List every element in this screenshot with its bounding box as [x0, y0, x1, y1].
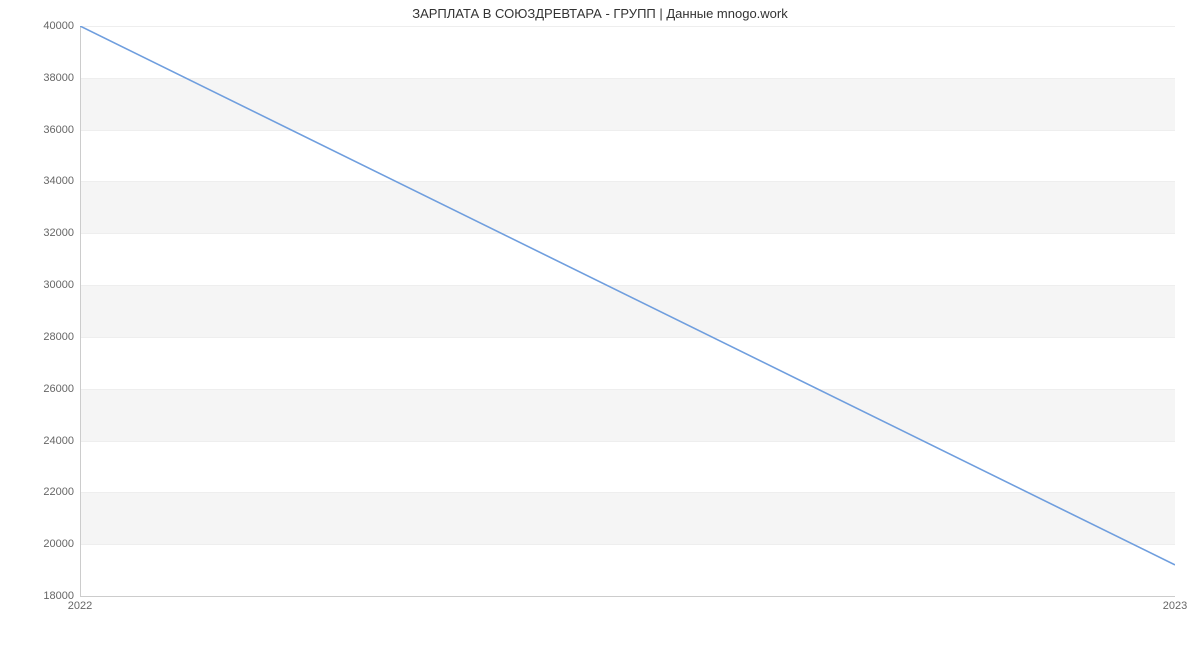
y-tick-label: 40000 [43, 20, 74, 32]
y-tick-label: 36000 [43, 124, 74, 136]
y-tick-label: 34000 [43, 175, 74, 187]
y-tick-label: 38000 [43, 72, 74, 84]
x-tick-label: 2023 [1163, 600, 1187, 612]
data-line [80, 26, 1175, 596]
plot-area [80, 26, 1175, 597]
y-tick-label: 28000 [43, 331, 74, 343]
y-tick-label: 20000 [43, 538, 74, 550]
y-tick-label: 32000 [43, 227, 74, 239]
x-tick-label: 2022 [68, 600, 92, 612]
y-tick-label: 24000 [43, 435, 74, 447]
y-tick-label: 26000 [43, 383, 74, 395]
y-tick-label: 22000 [43, 486, 74, 498]
salary-line-chart: ЗАРПЛАТА В СОЮЗДРЕВТАРА - ГРУПП | Данные… [0, 0, 1200, 650]
y-tick-label: 30000 [43, 279, 74, 291]
chart-title: ЗАРПЛАТА В СОЮЗДРЕВТАРА - ГРУПП | Данные… [0, 0, 1200, 21]
